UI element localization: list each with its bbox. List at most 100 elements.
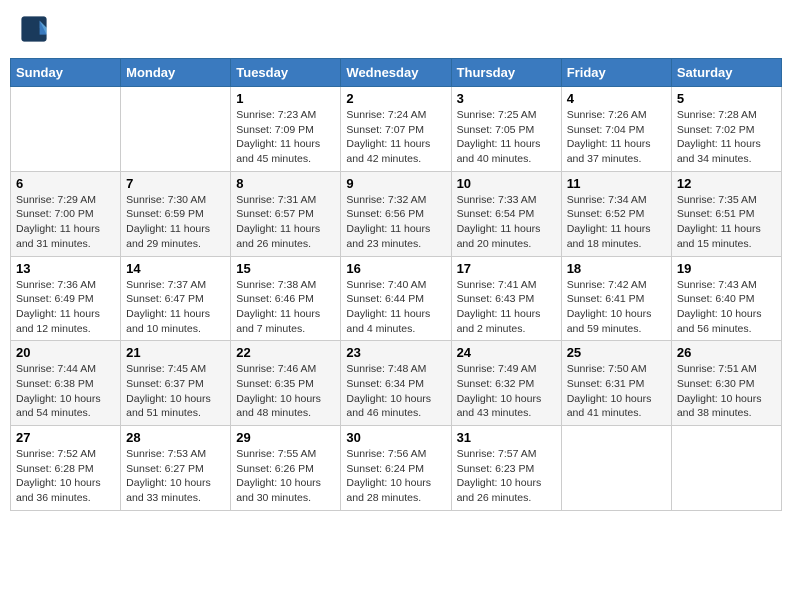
day-info: Sunrise: 7:36 AM Sunset: 6:49 PM Dayligh…: [16, 278, 115, 337]
calendar-cell: 28 Sunrise: 7:53 AM Sunset: 6:27 PM Dayli…: [121, 426, 231, 511]
day-info: Sunrise: 7:41 AM Sunset: 6:43 PM Dayligh…: [457, 278, 556, 337]
calendar-week-row: 6Sunrise: 7:29 AM Sunset: 7:00 PM Daylig…: [11, 171, 782, 256]
day-info: Sunrise: 7:42 AM Sunset: 6:41 PM Dayligh…: [567, 278, 666, 337]
day-number: 1: [236, 91, 335, 106]
day-info: Sunrise: 7:33 AM Sunset: 6:54 PM Dayligh…: [457, 193, 556, 252]
day-header-tuesday: Tuesday: [231, 59, 341, 87]
calendar-cell: 18 Sunrise: 7:42 AM Sunset: 6:41 PM Dayli…: [561, 256, 671, 341]
day-number: 14: [126, 261, 225, 276]
calendar-cell: 24 Sunrise: 7:49 AM Sunset: 6:32 PM Dayli…: [451, 341, 561, 426]
calendar-cell: 13 Sunrise: 7:36 AM Sunset: 6:49 PM Dayli…: [11, 256, 121, 341]
day-info: Sunrise: 7:57 AM Sunset: 6:23 PM Dayligh…: [457, 447, 556, 506]
day-info: Sunrise: 7:25 AM Sunset: 7:05 PM Dayligh…: [457, 108, 556, 167]
day-number: 19: [677, 261, 776, 276]
calendar-week-row: 20 Sunrise: 7:44 AM Sunset: 6:38 PM Dayli…: [11, 341, 782, 426]
day-info: Sunrise: 7:26 AM Sunset: 7:04 PM Dayligh…: [567, 108, 666, 167]
day-number: 29: [236, 430, 335, 445]
calendar-header-row: SundayMondayTuesdayWednesdayThursdayFrid…: [11, 59, 782, 87]
calendar-cell: 30 Sunrise: 7:56 AM Sunset: 6:24 PM Dayli…: [341, 426, 451, 511]
day-number: 2: [346, 91, 445, 106]
day-number: 15: [236, 261, 335, 276]
calendar-cell: 26 Sunrise: 7:51 AM Sunset: 6:30 PM Dayli…: [671, 341, 781, 426]
day-number: 12: [677, 176, 776, 191]
calendar-cell: 17 Sunrise: 7:41 AM Sunset: 6:43 PM Dayli…: [451, 256, 561, 341]
calendar-cell: 12 Sunrise: 7:35 AM Sunset: 6:51 PM Dayli…: [671, 171, 781, 256]
calendar-week-row: 1 Sunrise: 7:23 AM Sunset: 7:09 PM Daylig…: [11, 87, 782, 172]
day-info: Sunrise: 7:52 AM Sunset: 6:28 PM Dayligh…: [16, 447, 115, 506]
day-number: 27: [16, 430, 115, 445]
calendar-cell: 7 Sunrise: 7:30 AM Sunset: 6:59 PM Daylig…: [121, 171, 231, 256]
day-header-friday: Friday: [561, 59, 671, 87]
day-number: 8: [236, 176, 335, 191]
day-number: 28: [126, 430, 225, 445]
day-info: Sunrise: 7:44 AM Sunset: 6:38 PM Dayligh…: [16, 362, 115, 421]
calendar-cell: 3 Sunrise: 7:25 AM Sunset: 7:05 PM Daylig…: [451, 87, 561, 172]
day-info: Sunrise: 7:55 AM Sunset: 6:26 PM Dayligh…: [236, 447, 335, 506]
day-number: 22: [236, 345, 335, 360]
calendar-cell: 22 Sunrise: 7:46 AM Sunset: 6:35 PM Dayli…: [231, 341, 341, 426]
calendar-cell: 11Sunrise: 7:34 AM Sunset: 6:52 PM Dayli…: [561, 171, 671, 256]
day-info: Sunrise: 7:30 AM Sunset: 6:59 PM Dayligh…: [126, 193, 225, 252]
day-number: 21: [126, 345, 225, 360]
day-number: 3: [457, 91, 556, 106]
calendar-cell: 25 Sunrise: 7:50 AM Sunset: 6:31 PM Dayli…: [561, 341, 671, 426]
day-number: 30: [346, 430, 445, 445]
calendar-cell: 14 Sunrise: 7:37 AM Sunset: 6:47 PM Dayli…: [121, 256, 231, 341]
day-number: 13: [16, 261, 115, 276]
calendar-cell: 20 Sunrise: 7:44 AM Sunset: 6:38 PM Dayli…: [11, 341, 121, 426]
calendar-cell: 29 Sunrise: 7:55 AM Sunset: 6:26 PM Dayli…: [231, 426, 341, 511]
calendar-cell: 1 Sunrise: 7:23 AM Sunset: 7:09 PM Daylig…: [231, 87, 341, 172]
day-info: Sunrise: 7:50 AM Sunset: 6:31 PM Dayligh…: [567, 362, 666, 421]
day-number: 24: [457, 345, 556, 360]
calendar-cell: 15 Sunrise: 7:38 AM Sunset: 6:46 PM Dayli…: [231, 256, 341, 341]
day-number: 4: [567, 91, 666, 106]
day-number: 9: [346, 176, 445, 191]
calendar-cell: [11, 87, 121, 172]
day-info: Sunrise: 7:51 AM Sunset: 6:30 PM Dayligh…: [677, 362, 776, 421]
day-info: Sunrise: 7:53 AM Sunset: 6:27 PM Dayligh…: [126, 447, 225, 506]
day-number: 26: [677, 345, 776, 360]
day-info: Sunrise: 7:46 AM Sunset: 6:35 PM Dayligh…: [236, 362, 335, 421]
day-number: 25: [567, 345, 666, 360]
day-info: Sunrise: 7:32 AM Sunset: 6:56 PM Dayligh…: [346, 193, 445, 252]
day-info: Sunrise: 7:49 AM Sunset: 6:32 PM Dayligh…: [457, 362, 556, 421]
day-number: 5: [677, 91, 776, 106]
calendar-cell: 2 Sunrise: 7:24 AM Sunset: 7:07 PM Daylig…: [341, 87, 451, 172]
day-number: 7: [126, 176, 225, 191]
logo: [20, 15, 51, 43]
day-number: 20: [16, 345, 115, 360]
day-info: Sunrise: 7:34 AM Sunset: 6:52 PM Dayligh…: [567, 193, 666, 252]
day-number: 17: [457, 261, 556, 276]
day-info: Sunrise: 7:31 AM Sunset: 6:57 PM Dayligh…: [236, 193, 335, 252]
calendar-cell: 21 Sunrise: 7:45 AM Sunset: 6:37 PM Dayli…: [121, 341, 231, 426]
calendar-cell: 31Sunrise: 7:57 AM Sunset: 6:23 PM Dayli…: [451, 426, 561, 511]
calendar-cell: 23Sunrise: 7:48 AM Sunset: 6:34 PM Dayli…: [341, 341, 451, 426]
day-info: Sunrise: 7:40 AM Sunset: 6:44 PM Dayligh…: [346, 278, 445, 337]
day-info: Sunrise: 7:45 AM Sunset: 6:37 PM Dayligh…: [126, 362, 225, 421]
calendar-cell: 19 Sunrise: 7:43 AM Sunset: 6:40 PM Dayli…: [671, 256, 781, 341]
calendar-cell: 8 Sunrise: 7:31 AM Sunset: 6:57 PM Daylig…: [231, 171, 341, 256]
day-info: Sunrise: 7:23 AM Sunset: 7:09 PM Dayligh…: [236, 108, 335, 167]
day-info: Sunrise: 7:24 AM Sunset: 7:07 PM Dayligh…: [346, 108, 445, 167]
calendar-cell: 9 Sunrise: 7:32 AM Sunset: 6:56 PM Daylig…: [341, 171, 451, 256]
day-number: 10: [457, 176, 556, 191]
page-header: [10, 10, 782, 48]
calendar-week-row: 27 Sunrise: 7:52 AM Sunset: 6:28 PM Dayli…: [11, 426, 782, 511]
day-info: Sunrise: 7:38 AM Sunset: 6:46 PM Dayligh…: [236, 278, 335, 337]
day-header-wednesday: Wednesday: [341, 59, 451, 87]
day-info: Sunrise: 7:43 AM Sunset: 6:40 PM Dayligh…: [677, 278, 776, 337]
calendar-cell: 10 Sunrise: 7:33 AM Sunset: 6:54 PM Dayli…: [451, 171, 561, 256]
day-info: Sunrise: 7:37 AM Sunset: 6:47 PM Dayligh…: [126, 278, 225, 337]
day-number: 18: [567, 261, 666, 276]
calendar-table: SundayMondayTuesdayWednesdayThursdayFrid…: [10, 58, 782, 511]
day-header-sunday: Sunday: [11, 59, 121, 87]
day-info: Sunrise: 7:56 AM Sunset: 6:24 PM Dayligh…: [346, 447, 445, 506]
day-info: Sunrise: 7:29 AM Sunset: 7:00 PM Dayligh…: [16, 193, 115, 252]
day-header-monday: Monday: [121, 59, 231, 87]
day-number: 16: [346, 261, 445, 276]
calendar-cell: 6Sunrise: 7:29 AM Sunset: 7:00 PM Daylig…: [11, 171, 121, 256]
day-header-saturday: Saturday: [671, 59, 781, 87]
day-info: Sunrise: 7:35 AM Sunset: 6:51 PM Dayligh…: [677, 193, 776, 252]
calendar-cell: [671, 426, 781, 511]
calendar-cell: 27 Sunrise: 7:52 AM Sunset: 6:28 PM Dayli…: [11, 426, 121, 511]
